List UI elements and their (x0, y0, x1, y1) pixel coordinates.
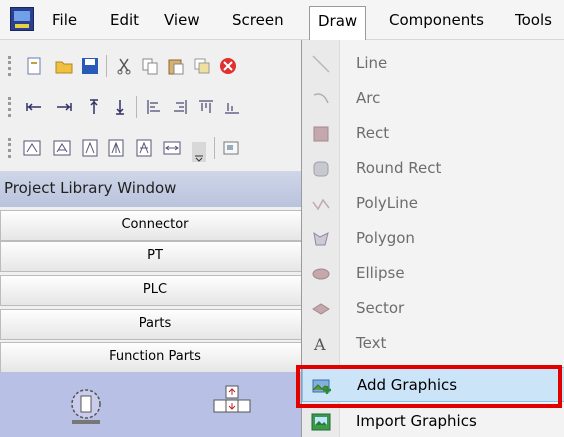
menu-item-label: Round Rect (356, 159, 442, 177)
paste-icon[interactable] (166, 56, 186, 76)
toolbar-grip[interactable] (8, 97, 11, 117)
distribute-top-icon[interactable] (196, 97, 216, 117)
draw-menu-item-text[interactable]: A Text (302, 326, 564, 361)
center-vertical-icon[interactable] (134, 138, 154, 158)
draw-menu-item-import-graphics[interactable]: Import Graphics (302, 404, 564, 437)
menu-components[interactable]: Components (389, 11, 484, 29)
rect-icon (313, 126, 329, 142)
menu-tools[interactable]: Tools (515, 11, 552, 29)
library-button-plc[interactable]: PLC (0, 275, 310, 306)
draw-menu-item-arc[interactable]: Arc (302, 81, 564, 116)
menu-draw[interactable]: Draw (309, 6, 367, 40)
sector-icon (312, 303, 330, 315)
dial-component-icon[interactable] (64, 384, 108, 428)
copy-icon[interactable] (140, 56, 160, 76)
draw-menu-item-polygon[interactable]: Polygon (302, 221, 564, 256)
menu-file[interactable]: File (52, 11, 77, 29)
round-rect-icon (313, 161, 329, 177)
arrow-keys-component-icon[interactable] (212, 382, 252, 428)
menu-item-label: Ellipse (356, 264, 405, 282)
menu-item-label: Line (356, 54, 388, 72)
draw-menu-item-polyline[interactable]: PolyLine (302, 186, 564, 221)
toolbar-grip[interactable] (8, 56, 11, 76)
highlight-annotation-box (296, 365, 562, 408)
library-button-connector[interactable]: Connector (0, 210, 310, 241)
center-horizontal-icon[interactable] (106, 138, 126, 158)
draw-menu-item-ellipse[interactable]: Ellipse (302, 256, 564, 291)
distribute-right-icon[interactable] (170, 97, 190, 117)
library-items-area (0, 372, 310, 437)
project-library-title: Project Library Window (0, 171, 310, 207)
line-icon (312, 55, 330, 73)
library-button-pt[interactable]: PT (0, 241, 310, 272)
menu-item-label: Text (356, 334, 387, 352)
draw-menu-item-line[interactable]: Line (302, 46, 564, 81)
menu-item-label: PolyLine (356, 194, 418, 212)
fit-text-icon[interactable] (162, 138, 182, 158)
ellipse-icon (312, 268, 330, 280)
menu-item-label: Polygon (356, 229, 415, 247)
menu-item-label: Rect (356, 124, 390, 142)
polygon-icon (313, 231, 329, 246)
menu-item-label: Arc (356, 89, 381, 107)
align-bottom-icon[interactable] (110, 97, 130, 117)
toolbar-overflow-icon[interactable] (190, 142, 210, 162)
draw-menu-item-rect[interactable]: Rect (302, 116, 564, 151)
size-toolbar (0, 128, 310, 168)
open-folder-icon[interactable] (54, 56, 74, 76)
menu-view[interactable]: View (164, 11, 200, 29)
save-icon[interactable] (80, 56, 100, 76)
new-file-icon[interactable] (24, 56, 44, 76)
text-icon: A (313, 335, 326, 354)
menu-bar: File Edit View Screen Draw Components To… (0, 0, 564, 40)
svg-text:A: A (313, 335, 326, 354)
library-button-parts[interactable]: Parts (0, 309, 310, 340)
align-top-icon[interactable] (84, 97, 104, 117)
cut-icon[interactable] (114, 56, 134, 76)
distribute-left-icon[interactable] (144, 97, 164, 117)
align-right-icon[interactable] (54, 97, 74, 117)
polyline-icon (312, 198, 330, 211)
library-button-function-parts[interactable]: Function Parts (0, 342, 310, 373)
menu-edit[interactable]: Edit (110, 11, 139, 29)
same-width-icon[interactable] (22, 138, 42, 158)
menu-screen[interactable]: Screen (232, 11, 284, 29)
arc-icon (313, 93, 329, 104)
distribute-bottom-icon[interactable] (222, 97, 242, 117)
component-icon[interactable] (222, 138, 242, 158)
duplicate-icon[interactable] (192, 56, 212, 76)
delete-icon[interactable] (218, 56, 238, 76)
same-height-icon[interactable] (52, 138, 72, 158)
standard-toolbar (0, 46, 310, 86)
import-graphics-icon (311, 413, 331, 431)
menu-item-label: Import Graphics (356, 412, 477, 430)
align-left-icon[interactable] (24, 97, 44, 117)
toolbar-grip[interactable] (8, 138, 11, 158)
app-logo-icon[interactable] (10, 7, 34, 31)
draw-menu-item-round-rect[interactable]: Round Rect (302, 151, 564, 186)
menu-item-label: Sector (356, 299, 405, 317)
layout-toolbar (0, 87, 310, 127)
draw-menu-item-sector[interactable]: Sector (302, 291, 564, 326)
same-size-icon[interactable] (80, 138, 100, 158)
